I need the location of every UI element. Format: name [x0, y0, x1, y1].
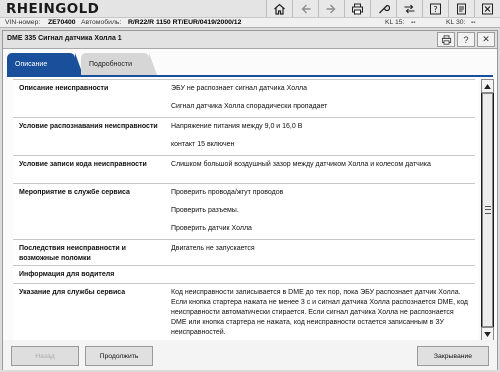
row-label: Условие записи кода неисправности — [19, 161, 147, 168]
print-icon[interactable] — [344, 0, 370, 17]
row-label: Последствия неисправности и возможные по… — [19, 245, 126, 262]
table-row: Условие распознавания неисправности Напр… — [13, 117, 475, 155]
wrench-icon[interactable] — [370, 0, 396, 17]
scroll-up-button[interactable] — [481, 79, 494, 93]
app-root: RHEINGOLD ? VIN-номер: ZE70400 Автомобил… — [0, 0, 500, 372]
table-row: Описание неисправности ЭБУ не распознает… — [13, 79, 475, 117]
top-header: RHEINGOLD ? — [0, 0, 500, 17]
close-button[interactable]: Закрывание — [417, 346, 489, 366]
close-icon[interactable] — [474, 0, 500, 17]
row-value-line: Слишком большой воздушный зазор между да… — [171, 161, 431, 168]
row-value: Двигатель не запускается — [171, 244, 471, 262]
row-value-line: Код неисправности записывается в DME до … — [171, 289, 469, 336]
car-value: R/R22/R 1150 RT/EUR/0419/2000/12 — [128, 19, 242, 26]
row-label: Описание неисправности — [19, 85, 109, 92]
row-value-line: Проверить провода/жгут проводов — [171, 189, 284, 196]
print-icon — [441, 34, 451, 45]
row-value-line: ЭБУ не распознает сигнал датчика Холла — [171, 85, 308, 92]
scroll-down-button[interactable] — [481, 327, 494, 341]
kl30-label: KL 30: — [446, 19, 466, 26]
fault-detail-window: DME 335 Сигнал датчика Холла 1 ? ✕ Описа… — [2, 30, 498, 370]
car-label: Автомобиль: — [81, 19, 122, 26]
row-value-line: контакт 15 включен — [171, 141, 235, 148]
window-titlebar: DME 335 Сигнал датчика Холла 1 ? ✕ — [3, 31, 497, 49]
transfer-icon[interactable] — [396, 0, 422, 17]
table-row: Условие записи кода неисправности Слишко… — [13, 155, 475, 183]
footer-bar: Назад Продолжить Закрывание — [3, 340, 497, 370]
window-close-button[interactable]: ✕ — [477, 32, 495, 47]
row-label: Условие распознавания неисправности — [19, 123, 158, 130]
back-icon[interactable] — [292, 0, 318, 17]
chevron-up-icon — [484, 83, 491, 89]
tab-details[interactable]: Подробности — [81, 53, 157, 75]
scroll-thumb[interactable] — [482, 93, 493, 327]
continue-button[interactable]: Продолжить — [85, 346, 153, 366]
row-value-line: Проверить датчик Холла — [171, 225, 252, 232]
table-row: Указание для службы сервиса Код неисправ… — [13, 283, 475, 345]
vin-label: VIN-номер: — [5, 19, 41, 26]
vehicle-info-bar: VIN-номер: ZE70400 Автомобиль: R/R22/R 1… — [0, 17, 500, 28]
row-value: Напряжение питания между 9,0 и 16,0 В ко… — [171, 122, 471, 158]
window-help-button[interactable]: ? — [457, 32, 475, 47]
table-row: Мероприятие в службе сервиса Проверить п… — [13, 183, 475, 239]
vertical-scrollbar[interactable] — [481, 79, 494, 341]
help-icon[interactable]: ? — [422, 0, 448, 17]
row-label: Информация для водителя — [19, 271, 115, 278]
row-label: Указание для службы сервиса — [19, 289, 126, 296]
back-button[interactable]: Назад — [11, 346, 79, 366]
app-logo: RHEINGOLD — [6, 1, 100, 17]
notes-icon[interactable] — [448, 0, 474, 17]
vin-value: ZE70400 — [48, 19, 76, 26]
kl15-value: -- — [411, 19, 416, 26]
kl15-label: KL 15: — [385, 19, 405, 26]
row-value-line: Напряжение питания между 9,0 и 16,0 В — [171, 123, 303, 130]
table-row: Последствия неисправности и возможные по… — [13, 239, 475, 265]
kl30-value: -- — [471, 19, 476, 26]
row-value-line: Сигнал датчика Холла спорадически пропад… — [171, 103, 328, 110]
home-icon[interactable] — [266, 0, 292, 17]
svg-text:?: ? — [433, 5, 437, 14]
row-value-line: Проверить разъемы. — [171, 207, 239, 214]
forward-icon[interactable] — [318, 0, 344, 17]
row-value: Проверить провода/жгут проводов Проверит… — [171, 188, 471, 242]
toolbar: ? — [266, 0, 500, 17]
table-row: Информация для водителя — [13, 265, 475, 283]
row-label: Мероприятие в службе сервиса — [19, 189, 130, 196]
chevron-down-icon — [484, 331, 491, 337]
tab-bar: Описание Подробности — [7, 53, 493, 75]
row-value-line: Двигатель не запускается — [171, 245, 255, 252]
row-value: Код неисправности записывается в DME до … — [171, 288, 471, 345]
window-print-button[interactable] — [437, 32, 455, 47]
window-title: DME 335 Сигнал датчика Холла 1 — [7, 35, 122, 42]
row-value: ЭБУ не распознает сигнал датчика Холла С… — [171, 84, 471, 120]
fault-info-table: Описание неисправности ЭБУ не распознает… — [13, 77, 478, 345]
row-value: Слишком большой воздушный зазор между да… — [171, 160, 471, 178]
tab-description[interactable]: Описание — [7, 53, 83, 75]
grip-icon — [485, 206, 491, 214]
